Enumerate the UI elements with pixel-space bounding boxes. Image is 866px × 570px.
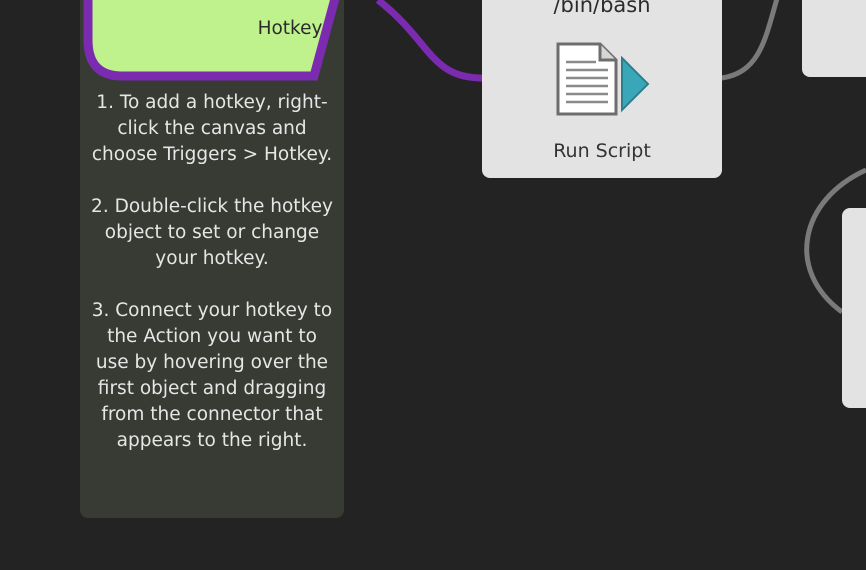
hotkey-to-script-connection[interactable]: [375, 0, 483, 82]
run-script-label: Run Script: [553, 140, 651, 162]
hotkey-node-shape: [83, 0, 340, 81]
offscreen-node-top[interactable]: [802, 0, 866, 77]
hotkey-trigger-node[interactable]: Hotkey: [78, 0, 350, 92]
script-document-icon: [556, 42, 650, 116]
run-script-subtitle: /bin/bash: [553, 0, 651, 17]
hotkey-node-label: Hotkey: [257, 18, 323, 39]
instructions-note-text: 1. To add a hotkey, right-click the canv…: [91, 92, 333, 451]
script-to-next-connection[interactable]: [721, 0, 780, 81]
workflow-canvas[interactable]: 1. To add a hotkey, right-click the canv…: [0, 0, 866, 570]
offscreen-node-right[interactable]: [842, 208, 866, 408]
